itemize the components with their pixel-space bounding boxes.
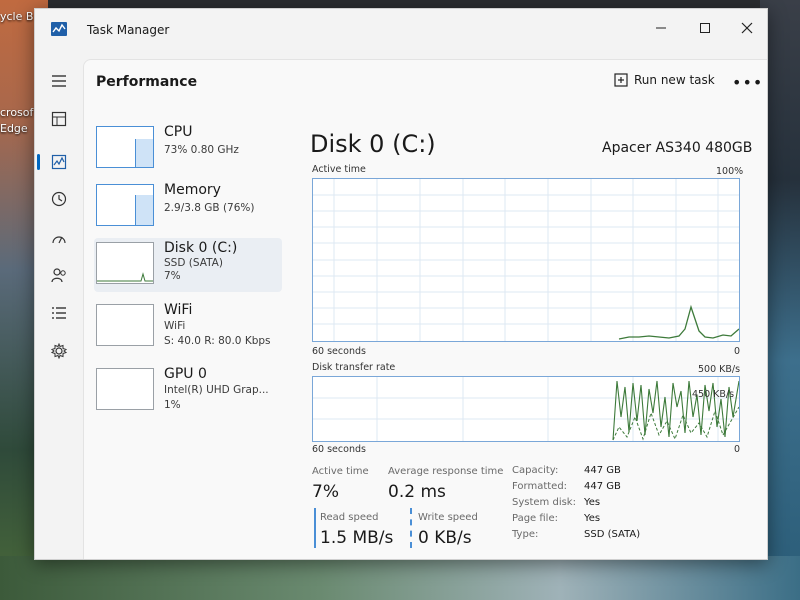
- disk-thumbnail: [96, 242, 154, 284]
- recycle-bin-label[interactable]: ycle B: [0, 10, 33, 23]
- avg-response-label: Average response time: [388, 466, 504, 477]
- write-speed-label: Write speed: [418, 512, 478, 523]
- device-detail: WiFi: [164, 320, 186, 332]
- minimize-button[interactable]: [641, 15, 681, 41]
- read-speed-label: Read speed: [320, 512, 379, 523]
- active-time-label: Active time: [312, 466, 369, 477]
- navigation-rail: [35, 61, 83, 559]
- disk-thumbnail-graph: [97, 272, 153, 282]
- nav-users[interactable]: [45, 261, 73, 289]
- processes-icon: [51, 111, 67, 127]
- title-bar[interactable]: Task Manager: [35, 9, 767, 49]
- edge-shortcut-label[interactable]: crosof: [0, 106, 33, 119]
- task-manager-window: Task Manager Performance Run new task ••…: [34, 8, 768, 560]
- performance-panel: Performance Run new task ••• CPU 73% 0.8…: [83, 59, 767, 559]
- device-detail-2: S: 40.0 R: 80.0 Kbps: [164, 335, 271, 347]
- close-button[interactable]: [727, 15, 767, 41]
- startup-apps-icon: [52, 236, 66, 244]
- capacity-label: Capacity:: [512, 465, 559, 476]
- capacity-value: 447 GB: [584, 465, 621, 476]
- formatted-value: 447 GB: [584, 481, 621, 492]
- minimize-icon: [656, 27, 666, 29]
- active-time-graph: [312, 178, 740, 342]
- cpu-thumbnail-fill: [135, 139, 153, 167]
- transfer-graph-label: Disk transfer rate: [312, 362, 396, 373]
- nav-processes[interactable]: [45, 105, 73, 133]
- device-detail: SSD (SATA): [164, 257, 223, 269]
- more-options-button[interactable]: •••: [732, 73, 763, 92]
- gpu-thumbnail: [96, 368, 154, 410]
- run-new-task-button[interactable]: Run new task: [614, 73, 715, 87]
- device-detail: 73% 0.80 GHz: [164, 144, 239, 156]
- device-name: Disk 0 (C:): [164, 240, 238, 256]
- read-speed-value: 1.5 MB/s: [320, 528, 394, 548]
- avg-response-value: 0.2 ms: [388, 482, 446, 502]
- disk-model: Apacer AS340 480GB: [602, 140, 753, 156]
- page-title: Performance: [96, 74, 198, 90]
- hamburger-menu-button[interactable]: [45, 67, 73, 95]
- transfer-rate-graph: [312, 376, 740, 442]
- device-disk-0[interactable]: Disk 0 (C:) SSD (SATA) 7%: [94, 238, 282, 292]
- transfer-rate-graph-canvas: [313, 377, 739, 441]
- nav-performance[interactable]: [45, 148, 73, 176]
- active-time-graph-label: Active time: [312, 164, 366, 175]
- memory-thumbnail-fill: [135, 194, 153, 225]
- device-memory[interactable]: Memory 2.9/3.8 GB (76%): [94, 180, 282, 234]
- device-detail: 2.9/3.8 GB (76%): [164, 202, 255, 214]
- performance-icon: [51, 154, 67, 170]
- device-detail: Intel(R) UHD Grap...: [164, 384, 269, 396]
- task-manager-icon: [51, 22, 67, 36]
- device-cpu[interactable]: CPU 73% 0.80 GHz: [94, 122, 282, 176]
- active-time-graph-canvas: [313, 179, 739, 341]
- page-file-value: Yes: [584, 513, 601, 524]
- details-icon: [52, 307, 66, 319]
- maximize-icon: [700, 23, 710, 33]
- device-name: Memory: [164, 182, 221, 198]
- transfer-graph-min: 0: [734, 444, 741, 455]
- edge-shortcut-label-2[interactable]: Edge: [0, 122, 28, 135]
- nav-active-indicator: [37, 154, 40, 170]
- write-speed-value: 0 KB/s: [418, 528, 472, 548]
- active-time-graph-max: 100%: [716, 166, 744, 177]
- maximize-button[interactable]: [685, 15, 725, 41]
- type-value: SSD (SATA): [584, 529, 641, 540]
- transfer-graph-duration: 60 seconds: [312, 444, 366, 455]
- device-name: WiFi: [164, 302, 193, 318]
- close-icon: [741, 22, 753, 34]
- nav-startup-apps[interactable]: [45, 225, 73, 253]
- device-detail-2: 1%: [164, 399, 181, 411]
- read-speed-marker: [314, 508, 316, 548]
- disk-title: Disk 0 (C:): [310, 130, 436, 158]
- device-detail-2: 7%: [164, 270, 181, 282]
- hamburger-icon: [52, 75, 66, 87]
- transfer-graph-max: 500 KB/s: [698, 364, 741, 375]
- device-name: CPU: [164, 124, 193, 140]
- cpu-thumbnail: [96, 126, 154, 168]
- memory-thumbnail: [96, 184, 154, 226]
- write-speed-marker: [410, 508, 412, 548]
- services-icon: [51, 343, 67, 359]
- nav-app-history[interactable]: [45, 185, 73, 213]
- active-time-graph-duration: 60 seconds: [312, 346, 366, 357]
- formatted-label: Formatted:: [512, 481, 568, 492]
- device-gpu-0[interactable]: GPU 0 Intel(R) UHD Grap... 1%: [94, 364, 282, 418]
- nav-details[interactable]: [45, 299, 73, 327]
- window-title: Task Manager: [87, 23, 170, 37]
- page-file-label: Page file:: [512, 513, 558, 524]
- wifi-thumbnail: [96, 304, 154, 346]
- system-disk-value: Yes: [584, 497, 601, 508]
- type-label: Type:: [512, 529, 539, 540]
- users-icon: [51, 268, 66, 283]
- system-disk-label: System disk:: [512, 497, 576, 508]
- active-time-value: 7%: [312, 482, 339, 502]
- nav-services[interactable]: [45, 337, 73, 365]
- device-wifi[interactable]: WiFi WiFi S: 40.0 R: 80.0 Kbps: [94, 300, 282, 354]
- run-task-icon: [614, 73, 628, 87]
- device-name: GPU 0: [164, 366, 207, 382]
- app-history-icon: [51, 191, 67, 207]
- active-time-graph-min: 0: [734, 346, 741, 357]
- run-new-task-label: Run new task: [634, 73, 715, 87]
- transfer-graph-mid: 450 KB/s: [692, 389, 735, 400]
